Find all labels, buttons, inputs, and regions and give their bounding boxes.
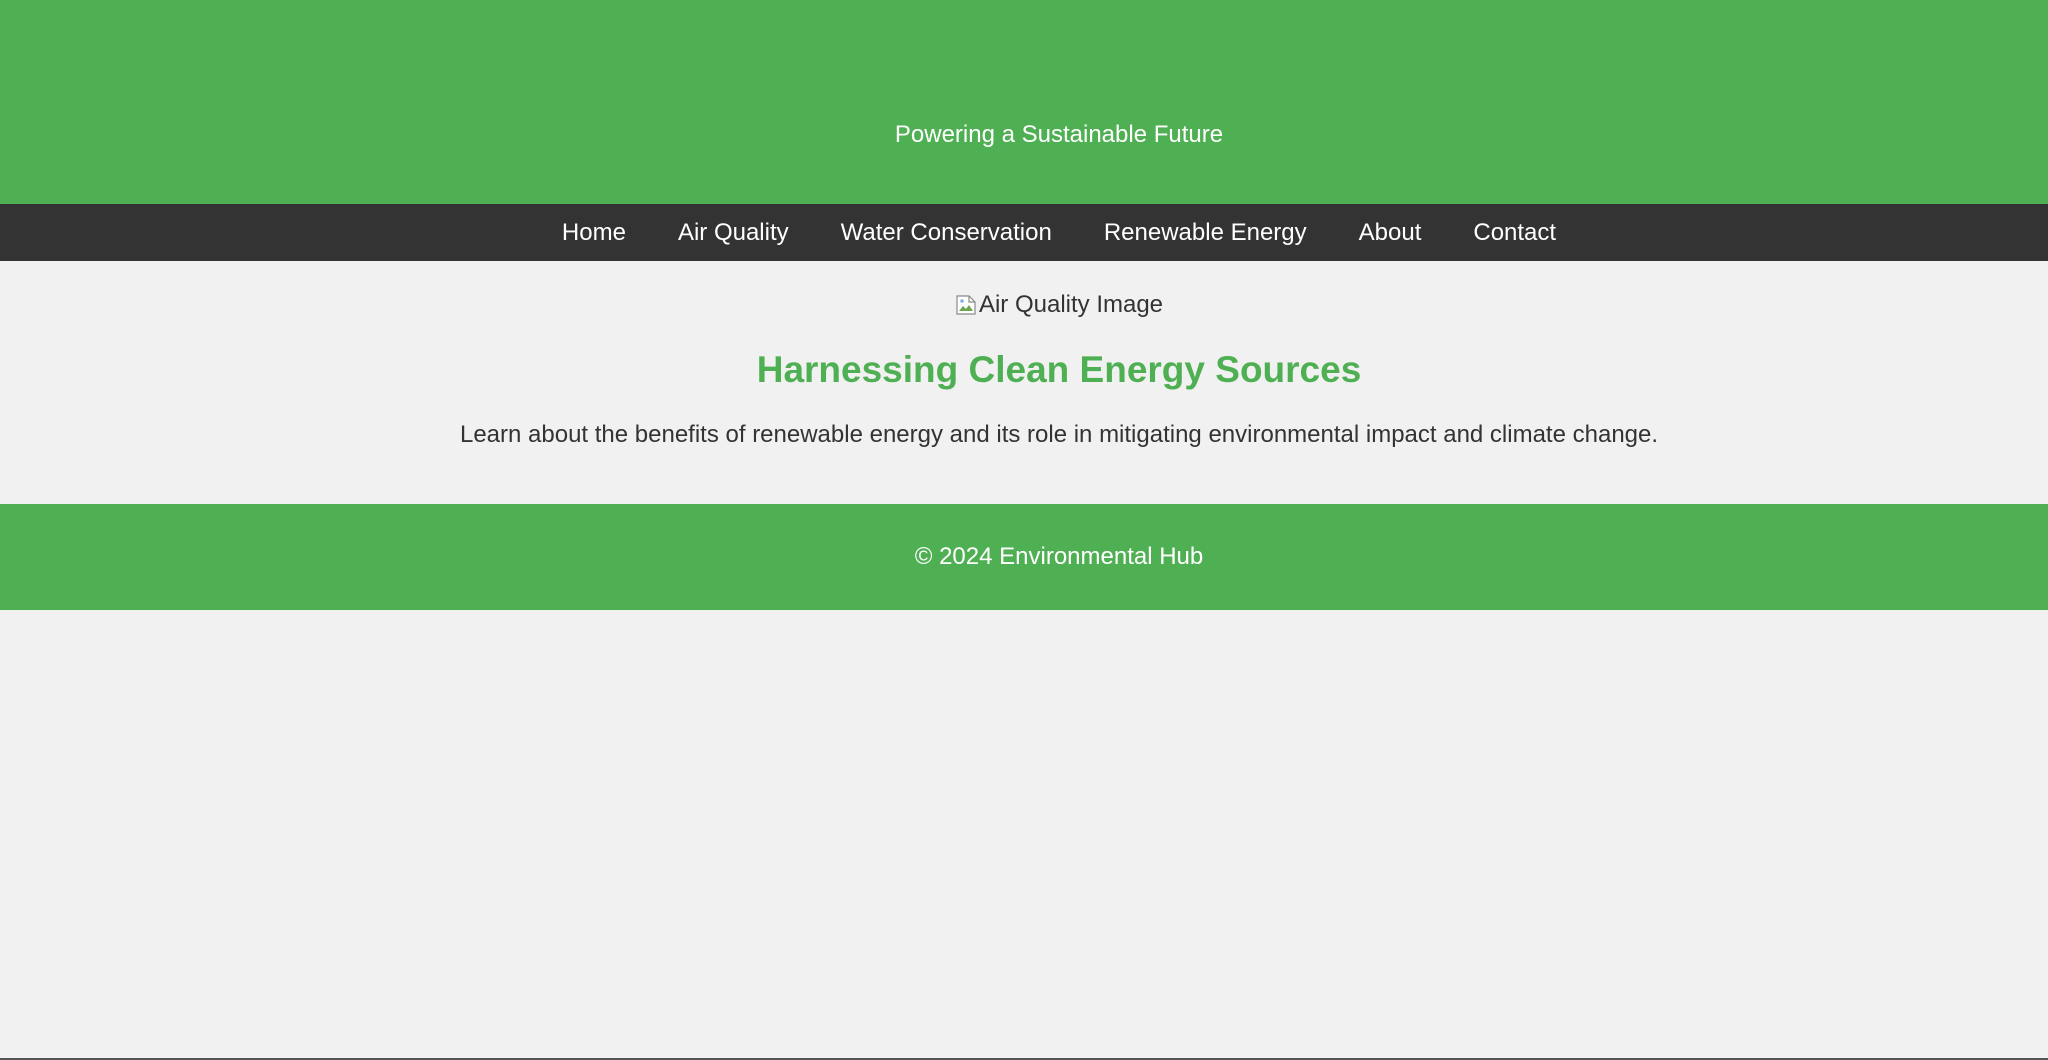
- nav-item-air-quality[interactable]: Air Quality: [678, 219, 789, 247]
- broken-image-icon: [956, 295, 976, 315]
- image-alt-text: Air Quality Image: [978, 291, 1164, 318]
- footer-copyright: © 2024 Environmental Hub: [914, 543, 1204, 570]
- nav-item-home[interactable]: Home: [562, 219, 626, 247]
- page-description: Learn about the benefits of renewable en…: [459, 421, 1659, 448]
- site-tagline: Powering a Sustainable Future: [894, 121, 1224, 148]
- nav-item-renewable-energy[interactable]: Renewable Energy: [1104, 219, 1307, 247]
- main-nav: Home Air Quality Water Conservation Rene…: [0, 204, 2048, 261]
- nav-item-about[interactable]: About: [1359, 219, 1422, 247]
- nav-item-contact[interactable]: Contact: [1473, 219, 1556, 247]
- site-footer: © 2024 Environmental Hub: [0, 504, 2048, 610]
- site-header: Powering a Sustainable Future: [0, 0, 2048, 204]
- air-quality-image: Air Quality Image: [955, 291, 1163, 319]
- page-headline: Harnessing Clean Energy Sources: [756, 349, 1362, 390]
- main-content: Air Quality Image Harnessing Clean Energ…: [0, 261, 2048, 449]
- nav-item-water-conservation[interactable]: Water Conservation: [841, 219, 1052, 247]
